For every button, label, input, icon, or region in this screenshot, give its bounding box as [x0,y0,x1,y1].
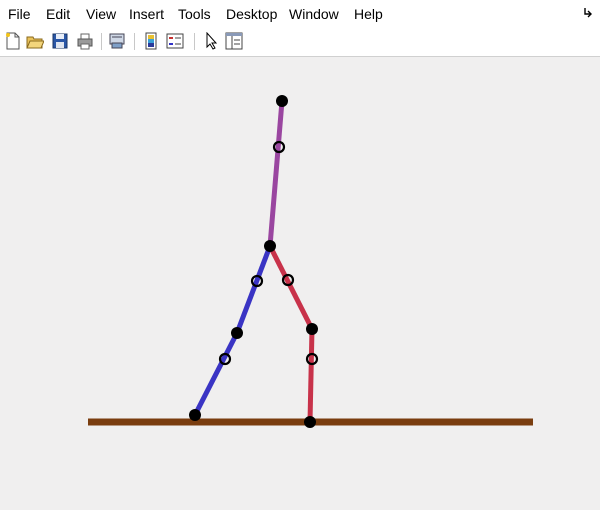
right-shank-segment [307,328,315,423]
dock-arrow-icon[interactable] [582,6,594,20]
menu-window[interactable]: Window [289,6,339,22]
save-icon[interactable] [51,32,69,50]
property-editor-icon[interactable] [225,32,243,50]
menu-bar: File Edit View Insert Tools Desktop Wind… [0,0,600,28]
pointer-icon[interactable] [202,32,220,50]
right-thigh-segment [267,244,315,331]
figure-window: File Edit View Insert Tools Desktop Wind… [0,0,600,510]
hip-joint [264,240,276,252]
open-file-icon[interactable] [26,32,44,50]
toolbar-separator [194,33,195,50]
legend-icon[interactable] [166,32,184,50]
figure-canvas [88,95,533,428]
menu-help[interactable]: Help [354,6,383,22]
toolbar-separator [134,33,135,50]
head-joint [276,95,288,107]
right-knee-joint [306,323,318,335]
new-figure-icon[interactable] [4,32,22,50]
left-thigh-segment [234,245,273,334]
menu-tools[interactable]: Tools [178,6,211,22]
menu-insert[interactable]: Insert [129,6,164,22]
menu-view[interactable]: View [86,6,116,22]
toolbar [0,28,600,57]
left-knee-joint [231,327,243,339]
torso-segment [267,100,285,247]
menu-file[interactable]: File [8,6,31,22]
print-preview-icon[interactable] [108,32,126,50]
print-icon[interactable] [76,32,94,50]
toolbar-separator [101,33,102,50]
menu-desktop[interactable]: Desktop [226,6,277,22]
left-foot-joint [189,409,201,421]
right-foot-joint [304,416,316,428]
colorbar-icon[interactable] [142,32,160,50]
menu-edit[interactable]: Edit [46,6,70,22]
left-shank-segment [192,331,240,417]
